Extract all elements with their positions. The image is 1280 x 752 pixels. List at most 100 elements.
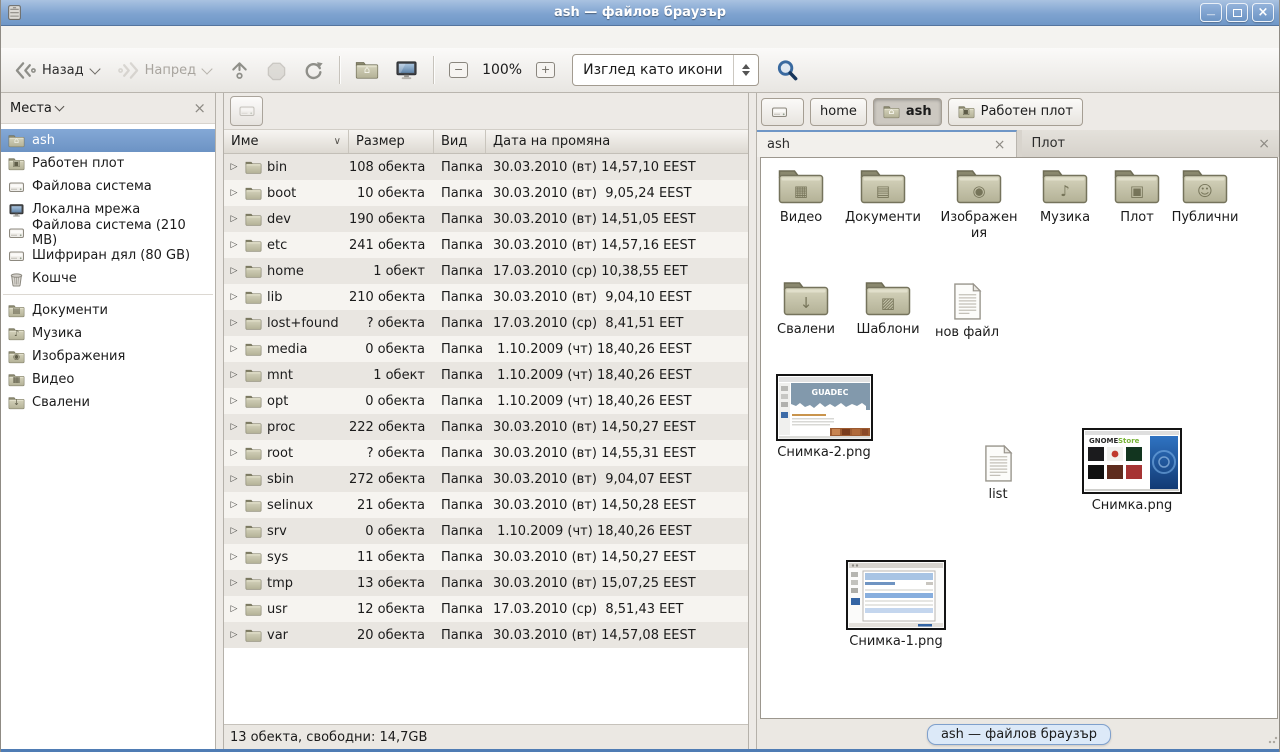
menu-item[interactable] [103,34,123,40]
grid-item[interactable]: ◉ GUADEC [939,166,1019,241]
table-row[interactable]: etc 241 обекта Папка 30.03.2010 (вт) 14,… [224,232,748,258]
expander-icon[interactable] [228,604,240,614]
breadcrumb-button[interactable]: ▣ Работен плот [948,98,1083,126]
table-row[interactable]: lost+found ? обекта Папка 17.03.2010 (ср… [224,310,748,336]
grid-item[interactable]: GUADEC GNOME Store [932,282,1002,341]
table-row[interactable]: usr 12 обекта Папка 17.03.2010 (ср) 8,51… [224,596,748,622]
up-button[interactable] [222,53,257,87]
spinner-icon[interactable] [733,55,758,85]
resize-grip[interactable] [1268,734,1278,744]
expander-icon[interactable] [228,396,240,406]
table-row[interactable]: boot 10 обекта Папка 30.03.2010 (вт) 9,0… [224,180,748,206]
expander-icon[interactable] [228,370,240,380]
home-button[interactable]: ⌂ [348,53,386,87]
sidebar-item[interactable]: Шифриран дял (80 GB) [1,244,215,267]
grid-item[interactable]: GUADEC GNOME Store [769,374,879,461]
computer-button[interactable] [388,53,425,87]
breadcrumb-button[interactable]: ⌂ ash [873,98,942,126]
expander-icon[interactable] [228,292,240,302]
column-header-type[interactable]: Вид [434,130,486,153]
chevron-down-icon[interactable] [89,63,100,74]
expander-icon[interactable] [228,448,240,458]
table-row[interactable]: root ? обекта Папка 30.03.2010 (вт) 14,5… [224,440,748,466]
column-header-size[interactable]: Размер [349,130,434,153]
taskbar-bubble[interactable]: ash — файлов браузър [927,724,1111,745]
grid-item[interactable]: ↓ GUADEC [766,278,846,338]
grid-item[interactable]: ♪ GUADEC [1025,166,1105,226]
column-header-date[interactable]: Дата на промяна [486,130,748,153]
table-row[interactable]: dev 190 обекта Папка 30.03.2010 (вт) 14,… [224,206,748,232]
sidebar-item[interactable]: ◉ Изображения [1,345,215,368]
view-mode-select[interactable]: Изглед като икони [572,54,759,86]
table-row[interactable]: opt 0 обекта Папка 1.10.2009 (чт) 18,40,… [224,388,748,414]
root-location-button[interactable] [230,96,263,126]
expander-icon[interactable] [228,344,240,354]
expander-icon[interactable] [228,214,240,224]
grid-item[interactable]: ▨ GUADEC [848,278,928,338]
expander-icon[interactable] [228,552,240,562]
grid-item[interactable]: ☺ GUADEC [1165,166,1245,226]
grid-item[interactable]: GUADEC GNOME Store [841,560,951,650]
expander-icon[interactable] [228,422,240,432]
back-button[interactable]: Назад [7,53,108,87]
menu-item[interactable] [23,34,43,40]
table-row[interactable]: tmp 13 обекта Папка 30.03.2010 (вт) 15,0… [224,570,748,596]
column-header-name[interactable]: Име ∨ [224,130,349,153]
reload-button[interactable] [296,53,331,87]
expander-icon[interactable] [228,500,240,510]
minimize-button[interactable] [1200,3,1222,22]
tab[interactable]: ash [757,130,1017,157]
menu-item[interactable] [43,34,63,40]
expander-icon[interactable] [228,474,240,484]
sidebar-item[interactable]: ▦ Видео [1,368,215,391]
expander-icon[interactable] [228,240,240,250]
table-row[interactable]: selinux 21 обекта Папка 30.03.2010 (вт) … [224,492,748,518]
sidebar-item[interactable]: ▣ Работен плот [1,152,215,175]
close-button[interactable] [1252,3,1274,22]
sidebar-item[interactable]: ↓ Свалени [1,391,215,414]
zoom-out-button[interactable]: − [442,53,475,87]
table-row[interactable]: mnt 1 обект Папка 1.10.2009 (чт) 18,40,2… [224,362,748,388]
table-row[interactable]: sbin 272 обекта Папка 30.03.2010 (вт) 9,… [224,466,748,492]
zoom-in-button[interactable]: + [529,53,562,87]
expander-icon[interactable] [228,526,240,536]
sidebar-item[interactable]: ▤ Документи [1,299,215,322]
sidebar-item[interactable]: Файлова система [1,175,215,198]
menu-item[interactable] [83,34,103,40]
close-icon[interactable] [193,101,206,116]
expander-icon[interactable] [228,162,240,172]
grid-item[interactable]: ▤ GUADEC [843,166,923,226]
expander-icon[interactable] [228,578,240,588]
menu-item[interactable] [63,34,83,40]
chevron-down-icon[interactable] [201,63,212,74]
expander-icon[interactable] [228,188,240,198]
sidebar-item[interactable]: Кошче [1,267,215,290]
tab-close-icon[interactable] [1258,137,1270,151]
titlebar[interactable]: ash — файлов браузър [1,0,1279,26]
stop-button[interactable] [259,53,294,87]
table-row[interactable]: lib 210 обекта Папка 30.03.2010 (вт) 9,0… [224,284,748,310]
sidebar-item[interactable]: ♪ Музика [1,322,215,345]
grid-item[interactable]: ▦ GUADEC [761,166,841,226]
expander-icon[interactable] [228,318,240,328]
table-row[interactable]: srv 0 обекта Папка 1.10.2009 (чт) 18,40,… [224,518,748,544]
table-row[interactable]: sys 11 обекта Папка 30.03.2010 (вт) 14,5… [224,544,748,570]
table-row[interactable]: proc 222 обекта Папка 30.03.2010 (вт) 14… [224,414,748,440]
table-row[interactable]: home 1 обект Папка 17.03.2010 (ср) 10,38… [224,258,748,284]
menu-item[interactable] [3,34,23,40]
breadcrumb-button[interactable]: home [810,98,867,126]
table-row[interactable]: var 20 обекта Папка 30.03.2010 (вт) 14,5… [224,622,748,648]
tab[interactable]: Плот [1022,130,1280,157]
sidebar-item[interactable]: Файлова система (210 MB) [1,221,215,244]
grid-item[interactable]: GUADEC GNOME Store [963,444,1033,503]
expander-icon[interactable] [228,630,240,640]
icon-view[interactable]: ▦ GUADEC [760,157,1278,719]
search-button[interactable] [769,53,806,87]
forward-button[interactable]: Напред [110,53,220,87]
table-row[interactable]: bin 108 обекта Папка 30.03.2010 (вт) 14,… [224,154,748,180]
sidebar-item[interactable]: ⌂ ash [1,129,215,152]
table-row[interactable]: media 0 обекта Папка 1.10.2009 (чт) 18,4… [224,336,748,362]
grid-item[interactable]: GUADEC GNOME Store [1077,428,1187,514]
breadcrumb-button[interactable] [761,98,804,126]
tab-close-icon[interactable] [994,138,1006,152]
